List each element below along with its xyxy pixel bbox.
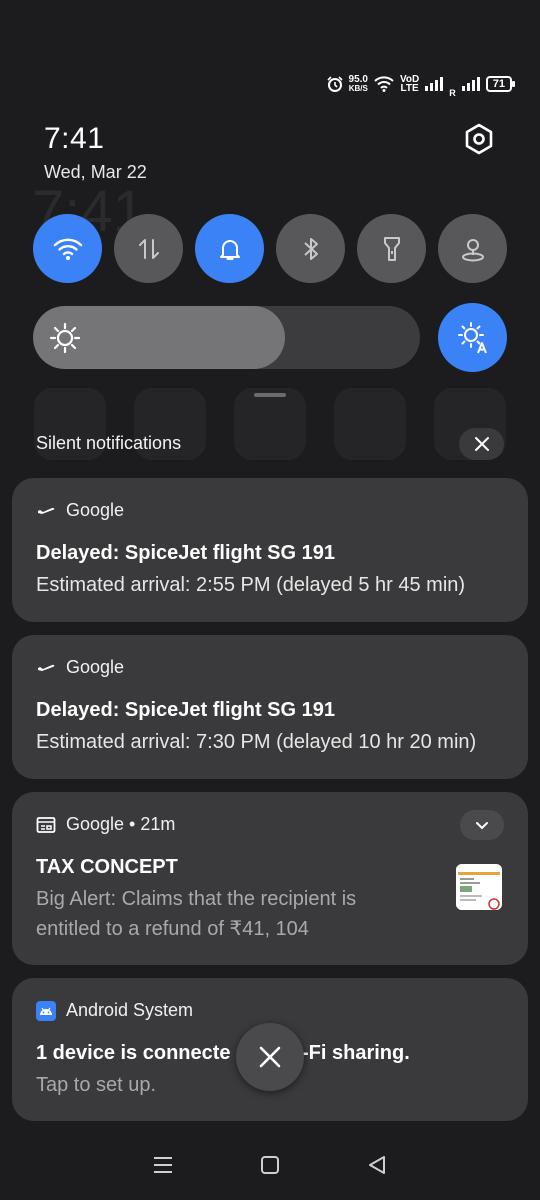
roaming-indicator: R: [449, 88, 456, 98]
close-icon: [259, 1046, 281, 1068]
bluetooth-icon: [303, 237, 318, 260]
android-icon: [36, 1000, 56, 1021]
flashlight-toggle[interactable]: [357, 214, 426, 283]
volte-indicator: VoD LTE: [400, 75, 419, 94]
date[interactable]: Wed, Mar 22: [44, 162, 147, 183]
clock[interactable]: 7:41: [44, 122, 104, 156]
drag-handle[interactable]: [254, 393, 286, 397]
background-app-icon: [334, 388, 406, 460]
notification-card[interactable]: Google Delayed: SpiceJet flight SG 191 E…: [12, 478, 528, 622]
notification-body: entitled to a refund of ₹41, 104: [36, 918, 309, 940]
notification-body: Big Alert: Claims that the recipient is: [36, 888, 357, 910]
notification-title-left: 1 device is connecte: [36, 1042, 231, 1064]
notification-title: TAX CONCEPT: [36, 856, 178, 878]
wifi-status-icon: [374, 76, 394, 92]
alarm-icon: [326, 76, 343, 92]
back-button[interactable]: [357, 1145, 397, 1185]
notification-app-row: Google • 21m: [36, 814, 175, 835]
quick-settings-row: [33, 214, 507, 283]
flight-takeoff-icon: [37, 664, 55, 674]
notification-app-name: Google • 21m: [66, 814, 176, 834]
notification-app-row: Google: [36, 500, 124, 521]
signal-icon: [425, 77, 444, 91]
auto-brightness-icon: [457, 321, 487, 353]
notification-body: Tap to set up.: [36, 1074, 157, 1096]
settings-button[interactable]: [462, 122, 496, 156]
wifi-icon: [53, 238, 82, 260]
notification-body: Estimated arrival: 2:55 PM (delayed 5 hr…: [36, 574, 466, 596]
section-title: Silent notifications: [36, 433, 182, 453]
location-toggle[interactable]: [438, 214, 507, 283]
close-shade-button[interactable]: [236, 1023, 304, 1091]
notification-body: Estimated arrival: 7:30 PM (delayed 10 h…: [36, 731, 477, 753]
notification-title-right: -Fi sharing.: [302, 1042, 410, 1064]
volte-bottom-label: LTE: [400, 83, 419, 94]
clear-all-button[interactable]: [459, 428, 504, 460]
network-speed-value: 95.0: [348, 74, 368, 85]
navigation-bar: [0, 1140, 540, 1190]
bell-icon: [219, 239, 240, 260]
notification-card[interactable]: Google • 21m TAX CONCEPT Big Alert: Clai…: [12, 792, 528, 965]
notification-app-row: Android System: [36, 1000, 193, 1021]
notification-title: Delayed: SpiceJet flight SG 191: [36, 699, 335, 721]
mobile-data-toggle[interactable]: [114, 214, 183, 283]
bluetooth-toggle[interactable]: [276, 214, 345, 283]
notification-app-name: Google: [66, 657, 125, 677]
signal-icon-sim2: [461, 77, 480, 91]
notification-title: Delayed: SpiceJet flight SG 191: [36, 542, 335, 564]
expand-button[interactable]: [460, 810, 504, 840]
status-bar: 95.0 KB/S VoD LTE R 71: [326, 70, 516, 98]
menu-icon: [154, 1157, 173, 1173]
close-icon: [474, 437, 489, 451]
network-speed-unit: KB/S: [348, 84, 368, 93]
battery-level: 71: [492, 78, 505, 90]
home-square-icon: [260, 1156, 279, 1174]
back-triangle-icon: [368, 1156, 385, 1174]
network-speed: 95.0 KB/S: [348, 74, 368, 94]
data-transfer-icon: [138, 238, 159, 259]
brightness-slider[interactable]: [33, 306, 420, 369]
notification-thumbnail: [456, 864, 502, 910]
recents-button[interactable]: [143, 1145, 183, 1185]
background-app-icon: [234, 388, 306, 460]
flashlight-icon: [383, 236, 400, 261]
auto-brightness-toggle[interactable]: [438, 303, 507, 372]
sound-toggle[interactable]: [195, 214, 264, 283]
location-icon: [461, 238, 484, 261]
flight-takeoff-icon: [37, 507, 55, 517]
notification-app-name: Android System: [66, 1000, 194, 1020]
news-icon: [36, 816, 56, 833]
chevron-down-icon: [476, 822, 488, 830]
battery-icon: 71: [485, 76, 516, 92]
notification-card[interactable]: Google Delayed: SpiceJet flight SG 191 E…: [12, 635, 528, 779]
notification-app-row: Google: [36, 657, 124, 678]
home-button[interactable]: [250, 1145, 290, 1185]
wifi-toggle[interactable]: [33, 214, 102, 283]
brightness-icon: [49, 322, 81, 354]
thumbnail-image: [456, 864, 502, 910]
notification-app-name: Google: [66, 500, 125, 520]
gear-icon: [465, 123, 493, 155]
